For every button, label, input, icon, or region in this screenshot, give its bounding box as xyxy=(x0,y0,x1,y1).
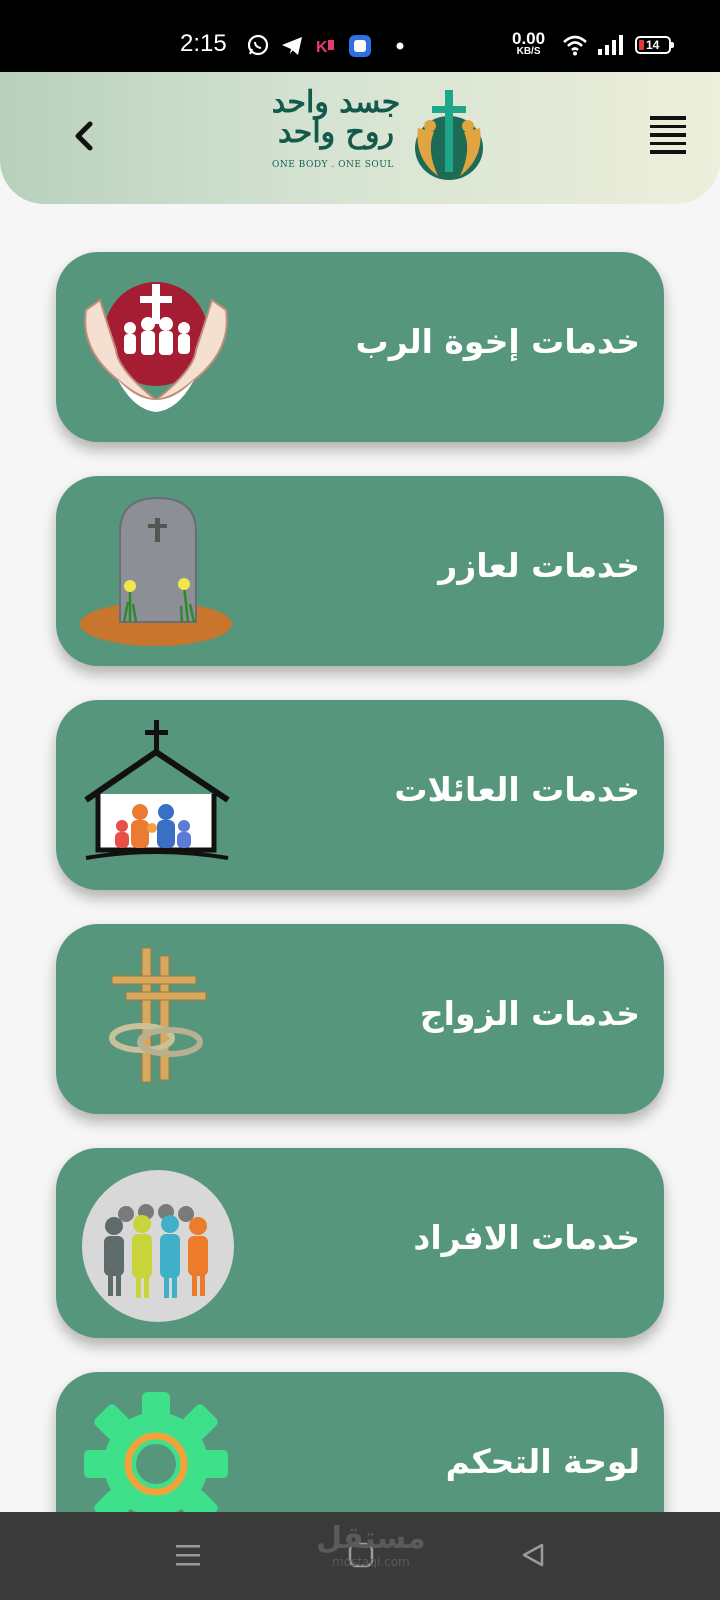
hands-family-cross-icon xyxy=(84,282,228,412)
menu-item-label: خدمات الافراد xyxy=(413,1218,640,1257)
menu-item-families[interactable]: خدمات العائلات xyxy=(56,700,664,890)
menu-item-label: خدمات لعازر xyxy=(438,546,640,585)
dot-icon xyxy=(396,42,404,50)
menu-item-label: خدمات إخوة الرب xyxy=(355,322,640,361)
menu-item-label: لوحة التحكم xyxy=(445,1442,640,1481)
church-family-icon xyxy=(84,720,230,860)
logo-tagline: ONE BODY . ONE SOUL xyxy=(272,160,394,170)
menu-item-individuals[interactable]: خدمات الافراد xyxy=(56,1148,664,1338)
status-time: 2:15 xyxy=(180,30,227,57)
menu-nav-icon[interactable] xyxy=(174,1542,202,1568)
system-nav-bar: مستقل mostaql.com xyxy=(0,1512,720,1600)
app-notification-icon xyxy=(349,35,371,57)
app-header: جسد واحد روح واحد ONE BODY . ONE SOUL xyxy=(0,72,720,204)
telegram-icon xyxy=(282,37,302,55)
gravestone-icon xyxy=(80,496,232,646)
wifi-icon xyxy=(563,35,587,56)
network-speed: 0.00 KB/S xyxy=(512,29,546,57)
app-notification-icon: K xyxy=(316,39,334,56)
battery-level: 14 xyxy=(646,38,660,52)
signal-icon xyxy=(598,35,623,55)
menu-item-label: خدمات العائلات xyxy=(394,770,640,809)
svg-text:K: K xyxy=(316,39,328,56)
app-logo: جسد واحد روح واحد ONE BODY . ONE SOUL xyxy=(266,88,498,188)
watermark: مستقل mostaql.com xyxy=(316,1521,426,1569)
crosses-rings-icon xyxy=(109,947,207,1083)
back-nav-icon[interactable] xyxy=(520,1542,546,1568)
menu-item-lazarus[interactable]: خدمات لعازر xyxy=(56,476,664,666)
menu-item-brothers-of-lord[interactable]: خدمات إخوة الرب xyxy=(56,252,664,442)
menu-item-marriage[interactable]: خدمات الزواج xyxy=(56,924,664,1114)
status-bar: 2:15 K 0.00 KB/S 14 xyxy=(0,0,720,72)
menu-item-label: خدمات الزواج xyxy=(419,994,640,1033)
whatsapp-icon xyxy=(247,34,269,56)
people-group-icon xyxy=(82,1170,234,1322)
logo-emblem-icon xyxy=(415,90,483,180)
battery-icon: 14 xyxy=(635,36,674,54)
hamburger-menu-icon[interactable] xyxy=(650,116,690,156)
chevron-left-icon[interactable] xyxy=(62,114,106,158)
